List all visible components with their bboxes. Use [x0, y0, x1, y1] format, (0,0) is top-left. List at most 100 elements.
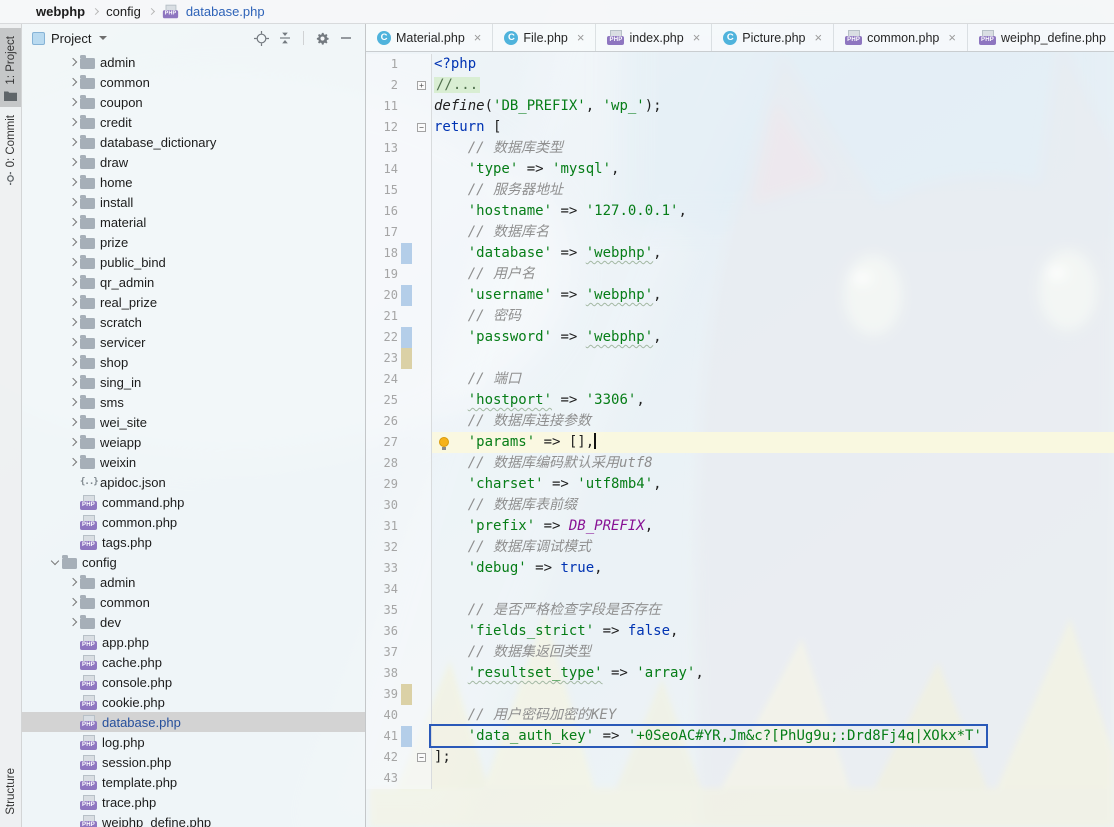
code-line-43[interactable]: 43	[366, 768, 1114, 789]
code-line-17[interactable]: 17 // 数据库名	[366, 222, 1114, 243]
chevron-right-icon[interactable]	[66, 437, 80, 447]
tree-item-home[interactable]: home	[22, 172, 365, 192]
tab-Picture.php[interactable]: Picture.php ×	[712, 24, 835, 51]
tree-item-prize[interactable]: prize	[22, 232, 365, 252]
intention-bulb-icon[interactable]	[439, 437, 449, 450]
code-line-41[interactable]: 41 'data_auth_key' => '+0SeoAC#YR,Jm&c?[…	[366, 724, 1114, 748]
close-icon[interactable]: ×	[948, 31, 956, 44]
tree-item-common[interactable]: common	[22, 592, 365, 612]
code-line-20[interactable]: 20 'username' => 'webphp',	[366, 285, 1114, 306]
chevron-right-icon[interactable]	[66, 597, 80, 607]
chevron-right-icon[interactable]	[66, 177, 80, 187]
tree-item-material[interactable]: material	[22, 212, 365, 232]
tree-item-weiapp[interactable]: weiapp	[22, 432, 365, 452]
code-line-12[interactable]: 12 − return [	[366, 117, 1114, 138]
chevron-right-icon[interactable]	[66, 77, 80, 87]
tree-item-tags.php[interactable]: tags.php	[22, 532, 365, 552]
tree-item-database_dictionary[interactable]: database_dictionary	[22, 132, 365, 152]
code-line-15[interactable]: 15 // 服务器地址	[366, 180, 1114, 201]
chevron-right-icon[interactable]	[66, 257, 80, 267]
chevron-right-icon[interactable]	[66, 397, 80, 407]
tree-item-weixin[interactable]: weixin	[22, 452, 365, 472]
collapse-all-icon[interactable]	[276, 29, 294, 47]
tree-item-template.php[interactable]: template.php	[22, 772, 365, 792]
code-line-39[interactable]: 39	[366, 684, 1114, 705]
close-icon[interactable]: ×	[815, 31, 823, 44]
tree-item-session.php[interactable]: session.php	[22, 752, 365, 772]
code-line-40[interactable]: 40 // 用户密码加密的KEY	[366, 705, 1114, 726]
chevron-right-icon[interactable]	[66, 417, 80, 427]
tree-item-common.php[interactable]: common.php	[22, 512, 365, 532]
chevron-right-icon[interactable]	[66, 137, 80, 147]
chevron-right-icon[interactable]	[66, 617, 80, 627]
code-line-34[interactable]: 34	[366, 579, 1114, 600]
chevron-down-icon[interactable]	[48, 556, 62, 566]
fold-expand-icon[interactable]: +	[417, 81, 426, 90]
tree-item-scratch[interactable]: scratch	[22, 312, 365, 332]
chevron-right-icon[interactable]	[66, 157, 80, 167]
stripe-structure-button[interactable]: Structure	[0, 760, 21, 821]
code-line-32[interactable]: 32 // 数据库调试模式	[366, 537, 1114, 558]
tree-item-wei_site[interactable]: wei_site	[22, 412, 365, 432]
chevron-right-icon[interactable]	[66, 377, 80, 387]
tree-item-dev[interactable]: dev	[22, 612, 365, 632]
code-line-25[interactable]: 25 'hostport' => '3306',	[366, 390, 1114, 411]
tree-item-console.php[interactable]: console.php	[22, 672, 365, 692]
chevron-right-icon[interactable]	[66, 577, 80, 587]
chevron-down-icon[interactable]	[99, 36, 108, 40]
tree-item-credit[interactable]: credit	[22, 112, 365, 132]
code-line-14[interactable]: 14 'type' => 'mysql',	[366, 159, 1114, 180]
tree-item-shop[interactable]: shop	[22, 352, 365, 372]
code-line-29[interactable]: 29 'charset' => 'utf8mb4',	[366, 474, 1114, 495]
tree-item-weiphp_define.php[interactable]: weiphp_define.php	[22, 812, 365, 827]
tree-item-cookie.php[interactable]: cookie.php	[22, 692, 365, 712]
code-line-38[interactable]: 38 'resultset_type' => 'array',	[366, 663, 1114, 684]
chevron-right-icon[interactable]	[66, 57, 80, 67]
tree-item-apidoc.json[interactable]: apidoc.json	[22, 472, 365, 492]
code-line-37[interactable]: 37 // 数据集返回类型	[366, 642, 1114, 663]
chevron-right-icon[interactable]	[66, 457, 80, 467]
chevron-right-icon[interactable]	[66, 97, 80, 107]
chevron-right-icon[interactable]	[66, 237, 80, 247]
code-line-13[interactable]: 13 // 数据库类型	[366, 138, 1114, 159]
chevron-right-icon[interactable]	[66, 297, 80, 307]
code-line-18[interactable]: 18 'database' => 'webphp',	[366, 243, 1114, 264]
tab-common.php[interactable]: common.php ×	[834, 24, 968, 51]
code-line-27[interactable]: 27 'params' => [],	[366, 432, 1114, 453]
tab-File.php[interactable]: File.php ×	[493, 24, 597, 51]
tree-item-public_bind[interactable]: public_bind	[22, 252, 365, 272]
chevron-right-icon[interactable]	[66, 117, 80, 127]
code-editor[interactable]: 1 <?php 2 +//... 11 define('DB_PREFIX', 'wp_'…	[366, 52, 1114, 827]
hide-panel-icon[interactable]	[337, 29, 355, 47]
tab-weiphp_define.php[interactable]: weiphp_define.php×	[967, 24, 1114, 51]
code-line-33[interactable]: 33 'debug' => true,	[366, 558, 1114, 579]
tree-item-real_prize[interactable]: real_prize	[22, 292, 365, 312]
chevron-right-icon[interactable]	[66, 277, 80, 287]
tree-item-draw[interactable]: draw	[22, 152, 365, 172]
fold-column[interactable]: −	[412, 117, 431, 138]
chevron-right-icon[interactable]	[66, 217, 80, 227]
code-line-2[interactable]: 2 +//...	[366, 75, 1114, 96]
fold-collapse-icon[interactable]: −	[417, 753, 426, 762]
tree-item-command.php[interactable]: command.php	[22, 492, 365, 512]
code-line-30[interactable]: 30 // 数据库表前缀	[366, 495, 1114, 516]
code-line-24[interactable]: 24 // 端口	[366, 369, 1114, 390]
breadcrumb-item-database.php[interactable]: database.php	[186, 4, 265, 19]
fold-collapse-icon[interactable]: −	[417, 123, 426, 132]
tree-item-config[interactable]: config	[22, 552, 365, 572]
tree-item-sms[interactable]: sms	[22, 392, 365, 412]
stripe-commit-button[interactable]: 0: Commit	[0, 107, 21, 191]
fold-column[interactable]: −	[412, 747, 431, 768]
chevron-right-icon[interactable]	[66, 197, 80, 207]
stripe-project-button[interactable]: 1: Project	[0, 28, 21, 107]
tree-item-admin[interactable]: admin	[22, 572, 365, 592]
close-icon[interactable]: ×	[693, 31, 701, 44]
tree-item-log.php[interactable]: log.php	[22, 732, 365, 752]
tab-Material.php[interactable]: Material.php ×	[366, 24, 494, 51]
tree-item-admin[interactable]: admin	[22, 52, 365, 72]
breadcrumb-item-webphp[interactable]: webphp	[36, 4, 85, 19]
fold-column[interactable]: +	[412, 75, 431, 96]
tree-item-common[interactable]: common	[22, 72, 365, 92]
tab-index.php[interactable]: index.php ×	[596, 24, 713, 51]
code-line-42[interactable]: 42 −];	[366, 747, 1114, 768]
